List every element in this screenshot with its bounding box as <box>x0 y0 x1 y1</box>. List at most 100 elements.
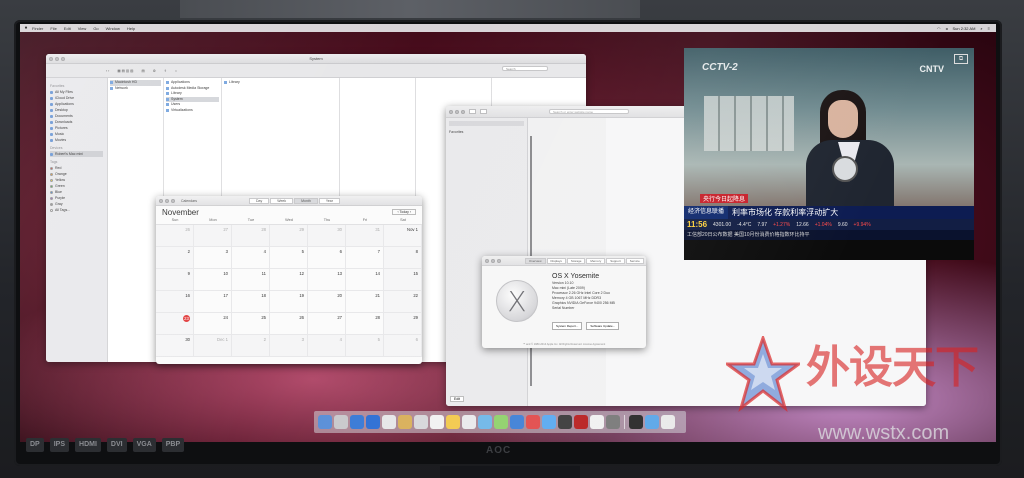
calendar-day-cell[interactable]: 3 <box>194 247 232 269</box>
sidebar-tag-all[interactable]: All Tags... <box>50 207 103 213</box>
menu-view[interactable]: View <box>78 26 87 31</box>
calendar-day-cell[interactable]: 5 <box>346 335 384 357</box>
tab-displays[interactable]: Displays <box>546 257 566 264</box>
calendar-day-cell[interactable]: 2 <box>156 247 194 269</box>
calendar-day-cell[interactable]: 2 <box>232 335 270 357</box>
menu-edit[interactable]: Edit <box>64 26 71 31</box>
notification-center-icon[interactable]: ≡ <box>988 26 990 31</box>
dock-app-icon[interactable] <box>558 415 572 429</box>
close-button[interactable] <box>449 109 453 114</box>
calendar-day-cell[interactable]: 7 <box>346 247 384 269</box>
list-item[interactable]: Library <box>224 80 337 86</box>
tags-icon[interactable]: ○ <box>175 69 177 73</box>
back-forward-icon[interactable]: ‹ › <box>106 69 109 73</box>
calendar-day-cell[interactable]: 28 <box>232 225 270 247</box>
calendar-day-cell[interactable]: 4 <box>232 247 270 269</box>
menu-finder[interactable]: Finder <box>32 26 43 31</box>
minimize-button[interactable] <box>165 198 169 203</box>
minimize-button[interactable] <box>491 258 495 263</box>
menu-window[interactable]: Window <box>106 26 120 31</box>
calendar-day-cell[interactable]: 29 <box>270 225 308 247</box>
sidebar-item-movies[interactable]: Movies <box>50 137 103 143</box>
calendar-day-cell[interactable]: 27 <box>308 313 346 335</box>
today-button[interactable]: ‹ Today › <box>392 209 416 215</box>
dock-app-icon[interactable] <box>318 415 332 429</box>
clock[interactable]: Sun 2:32 AM <box>953 26 976 31</box>
calendar-day-cell[interactable]: 9 <box>156 269 194 291</box>
calendar-day-cell[interactable]: 11 <box>232 269 270 291</box>
apple-menu-icon[interactable]: ● <box>20 25 32 31</box>
forward-button[interactable] <box>480 109 487 114</box>
tab-memory[interactable]: Memory <box>586 257 606 264</box>
share-icon[interactable]: ⇪ <box>164 69 167 73</box>
calendar-day-cell[interactable]: 31 <box>346 225 384 247</box>
zoom-button[interactable] <box>497 258 501 263</box>
calendar-day-cell[interactable]: 27 <box>194 225 232 247</box>
menu-help[interactable]: Help <box>127 26 135 31</box>
calendar-day-cell[interactable]: 19 <box>270 291 308 313</box>
tab-week[interactable]: Week <box>270 197 294 204</box>
calendar-day-cell[interactable]: 4 <box>308 335 346 357</box>
dock-app-icon[interactable] <box>430 415 444 429</box>
close-button[interactable] <box>159 198 163 203</box>
tab-overview[interactable]: Overview <box>525 257 546 264</box>
calendar-day-cell[interactable]: 21 <box>346 291 384 313</box>
dock-app-icon[interactable] <box>629 415 643 429</box>
spotlight-icon[interactable]: ⌕ <box>980 26 982 31</box>
dock-app-icon[interactable] <box>574 415 588 429</box>
tab-month[interactable]: Month <box>294 197 318 204</box>
sidebar-item-mac-mini[interactable]: Robert's Mac mini <box>50 151 103 157</box>
wifi-icon[interactable]: ◠ <box>937 26 941 31</box>
calendar-day-cell[interactable]: 26 <box>270 313 308 335</box>
dock-app-icon[interactable] <box>494 415 508 429</box>
tab-support[interactable]: Support <box>606 257 625 264</box>
calendars-button[interactable]: Calendars <box>181 199 197 203</box>
system-report-button[interactable]: System Report... <box>552 322 583 330</box>
dock-app-icon[interactable] <box>661 415 675 429</box>
dock-app-icon[interactable] <box>645 415 659 429</box>
calendar-day-cell[interactable]: 22 <box>384 291 422 313</box>
finder-search-input[interactable]: Search <box>502 66 548 71</box>
calendar-day-cell[interactable]: 12 <box>270 269 308 291</box>
zoom-button[interactable] <box>461 109 465 114</box>
address-bar[interactable]: Search or enter website name <box>549 109 629 114</box>
tab-service[interactable]: Service <box>625 257 644 264</box>
picture-in-picture-icon[interactable]: ⧉ <box>954 54 968 64</box>
dock-app-icon[interactable] <box>526 415 540 429</box>
calendar-day-cell[interactable]: Dec 1 <box>194 335 232 357</box>
dock-app-icon[interactable] <box>334 415 348 429</box>
dock-app-icon[interactable] <box>382 415 396 429</box>
tab-day[interactable]: Day <box>248 197 270 204</box>
arrange-icon[interactable]: ▤ <box>141 69 144 73</box>
dock-app-icon[interactable] <box>542 415 556 429</box>
action-icon[interactable]: ⚙ <box>153 69 156 73</box>
minimize-button[interactable] <box>455 109 459 114</box>
calendar-day-cell[interactable]: 18 <box>232 291 270 313</box>
dock-app-icon[interactable] <box>590 415 604 429</box>
calendar-day-cell[interactable]: 28 <box>346 313 384 335</box>
calendar-day-cell[interactable]: 23 <box>156 313 194 335</box>
sidebar-segmented-control[interactable] <box>449 121 524 126</box>
sidebar-item-favorites[interactable]: Favorites <box>449 130 524 134</box>
list-item[interactable]: Network <box>110 86 161 92</box>
calendar-day-cell[interactable]: 5 <box>270 247 308 269</box>
menu-go[interactable]: Go <box>93 26 98 31</box>
zoom-button[interactable] <box>171 198 175 203</box>
close-button[interactable] <box>485 258 489 263</box>
calendar-day-cell[interactable]: 20 <box>308 291 346 313</box>
software-update-button[interactable]: Software Update... <box>586 322 620 330</box>
dock-app-icon[interactable] <box>414 415 428 429</box>
view-mode-icon[interactable]: ▦ ▤ ▥ ▧ <box>117 69 133 73</box>
dock-app-icon[interactable] <box>398 415 412 429</box>
menu-file[interactable]: File <box>50 26 56 31</box>
calendar-day-cell[interactable]: 17 <box>194 291 232 313</box>
calendar-day-cell[interactable]: 13 <box>308 269 346 291</box>
dock-app-icon[interactable] <box>606 415 620 429</box>
list-item[interactable]: Virtualizations <box>166 108 219 114</box>
calendar-day-cell[interactable]: 25 <box>232 313 270 335</box>
dock-app-icon[interactable] <box>350 415 364 429</box>
calendar-day-cell[interactable]: 16 <box>156 291 194 313</box>
calendar-day-cell[interactable]: 3 <box>270 335 308 357</box>
calendar-day-cell[interactable]: 10 <box>194 269 232 291</box>
calendar-day-cell[interactable]: 15 <box>384 269 422 291</box>
